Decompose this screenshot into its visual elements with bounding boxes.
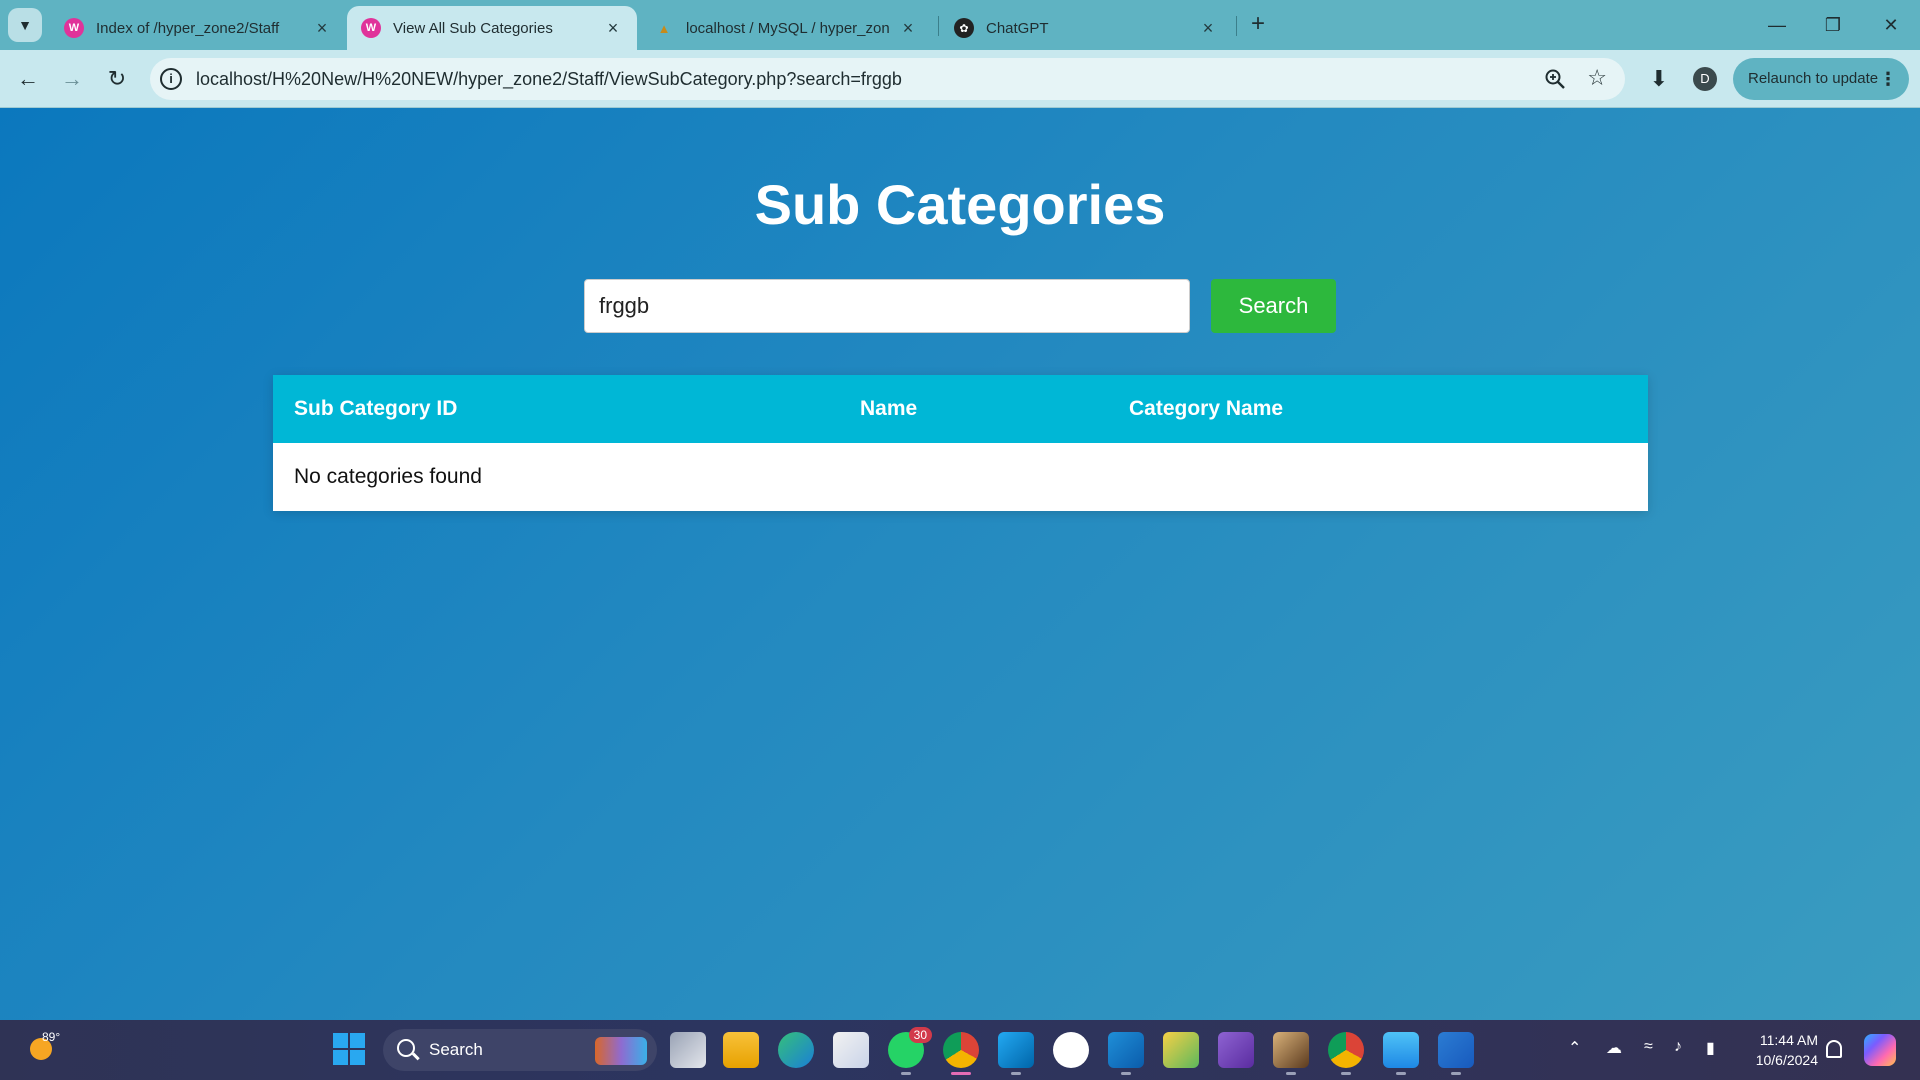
tab-title: View All Sub Categories (393, 19, 553, 37)
wifi-icon[interactable]: ≈ (1644, 1038, 1653, 1056)
tab-search-button[interactable]: ▼ (8, 8, 42, 42)
forward-button[interactable]: → (56, 63, 88, 95)
relaunch-label: Relaunch to update (1748, 70, 1879, 87)
notification-bell-icon[interactable] (1826, 1040, 1842, 1058)
start-button[interactable] (333, 1033, 365, 1065)
store-icon[interactable] (833, 1032, 869, 1068)
whatsapp-icon[interactable]: 30 (888, 1027, 932, 1075)
visual-studio-icon[interactable] (1218, 1032, 1254, 1068)
close-icon[interactable]: × (603, 18, 623, 39)
search-highlight-icon (595, 1037, 647, 1065)
relaunch-button[interactable]: Relaunch to update ⋮ (1733, 58, 1909, 100)
weather-widget[interactable]: 89° (24, 1030, 61, 1066)
search-icon (397, 1039, 415, 1057)
battery-icon[interactable]: ▮ (1706, 1038, 1715, 1058)
new-tab-button[interactable]: + (1244, 11, 1272, 39)
column-header-name: Name (839, 375, 1108, 443)
clock-date: 10/6/2024 (1755, 1052, 1818, 1068)
running-indicator (901, 1072, 911, 1075)
running-indicator (1286, 1072, 1296, 1075)
tab-title: Index of /hyper_zone2/Staff (96, 19, 280, 37)
wamp-icon: W (361, 18, 381, 38)
column-header-sub-category-id: Sub Category ID (273, 375, 839, 443)
chrome-icon[interactable] (943, 1032, 979, 1075)
tab-title: ChatGPT (986, 19, 1049, 37)
browser-toolbar: ← → ↻ i localhost/H%20New/H%20NEW/hyper_… (0, 50, 1920, 108)
running-indicator (1396, 1072, 1406, 1075)
taskbar-search-label: Search (429, 1040, 483, 1059)
cloud-offline-icon[interactable]: ☁ (1606, 1038, 1622, 1058)
word-icon[interactable] (1438, 1032, 1474, 1075)
sticky-notes-icon[interactable] (1163, 1032, 1199, 1068)
address-bar[interactable]: i localhost/H%20New/H%20NEW/hyper_zone2/… (150, 58, 1625, 100)
vscode-icon[interactable] (998, 1032, 1034, 1075)
back-button[interactable]: ← (12, 63, 44, 95)
clock-time: 11:44 AM (1759, 1032, 1818, 1048)
game-icon[interactable] (1273, 1032, 1309, 1075)
chevron-up-icon[interactable]: ⌃ (1568, 1038, 1581, 1058)
column-header-category-name: Category Name (1108, 375, 1648, 443)
copilot-icon[interactable] (1864, 1034, 1896, 1066)
tab-separator (1236, 16, 1237, 36)
search-button[interactable]: Search (1211, 279, 1336, 333)
task-view-icon[interactable] (670, 1032, 706, 1068)
whatsapp-business-icon[interactable] (1053, 1032, 1089, 1068)
close-icon[interactable]: × (1198, 18, 1218, 39)
weather-temperature: 89° (42, 1030, 61, 1044)
taskbar: 89° Search 30 ⌃ ☁ ≈ ♪ ▮ 11:44 AM 10/6/20… (0, 1020, 1920, 1080)
edge-icon[interactable] (778, 1032, 814, 1068)
minimize-button[interactable]: — (1762, 10, 1792, 40)
chevron-down-icon: ▼ (18, 17, 32, 33)
close-window-button[interactable]: ✕ (1876, 10, 1906, 40)
page-title: Sub Categories (754, 173, 1166, 236)
url-text[interactable]: localhost/H%20New/H%20NEW/hyper_zone2/St… (196, 69, 902, 90)
wamp-icon: W (64, 18, 84, 38)
profile-avatar[interactable]: D (1693, 67, 1717, 91)
tab-view-all-sub-categories[interactable]: W View All Sub Categories × (347, 6, 637, 50)
tab-index-of-staff[interactable]: W Index of /hyper_zone2/Staff × (50, 6, 346, 50)
running-indicator (1121, 1072, 1131, 1075)
running-indicator (1341, 1072, 1351, 1075)
table-row: No categories found (273, 443, 1648, 511)
bookmark-star-icon[interactable]: ☆ (1587, 65, 1607, 91)
volume-icon[interactable]: ♪ (1674, 1038, 1682, 1056)
tab-title: localhost / MySQL / hyper_zone (686, 19, 890, 37)
tab-chatgpt[interactable]: ✿ ChatGPT × (940, 6, 1232, 50)
running-indicator (1011, 1072, 1021, 1075)
chatgpt-icon: ✿ (954, 18, 974, 38)
empty-table-message: No categories found (273, 443, 1648, 511)
phpmyadmin-icon: ▲ (657, 20, 671, 36)
more-options-icon[interactable]: ⋮ (1879, 58, 1897, 100)
sub-categories-table: Sub Category ID Name Category Name No ca… (273, 375, 1648, 511)
site-info-icon[interactable]: i (160, 68, 182, 90)
restore-button[interactable]: ❐ (1818, 10, 1848, 40)
system-clock[interactable]: 11:44 AM 10/6/2024 (1738, 1030, 1818, 1070)
close-icon[interactable]: × (898, 18, 918, 39)
running-indicator (1451, 1072, 1461, 1075)
taskbar-search[interactable]: Search (383, 1029, 657, 1071)
file-explorer-icon[interactable] (723, 1032, 759, 1068)
notepad-icon[interactable] (1383, 1032, 1419, 1075)
reload-button[interactable]: ↻ (101, 63, 133, 95)
search-input[interactable] (584, 279, 1190, 333)
tab-separator (938, 16, 939, 36)
page-body: Sub Categories Search Sub Category ID Na… (0, 108, 1920, 1020)
active-indicator (951, 1072, 971, 1075)
download-icon[interactable]: ⬇ (1643, 63, 1675, 95)
table-header-row: Sub Category ID Name Category Name (273, 375, 1648, 443)
close-icon[interactable]: × (312, 18, 332, 39)
tab-strip: ▼ W Index of /hyper_zone2/Staff × W View… (0, 0, 1920, 50)
outlook-icon[interactable] (1108, 1032, 1144, 1075)
chrome-profile-icon[interactable] (1328, 1032, 1364, 1075)
tab-phpmyadmin[interactable]: ▲ localhost / MySQL / hyper_zone × (640, 6, 932, 50)
zoom-icon[interactable] (1543, 67, 1567, 91)
notification-badge: 30 (908, 1027, 932, 1043)
